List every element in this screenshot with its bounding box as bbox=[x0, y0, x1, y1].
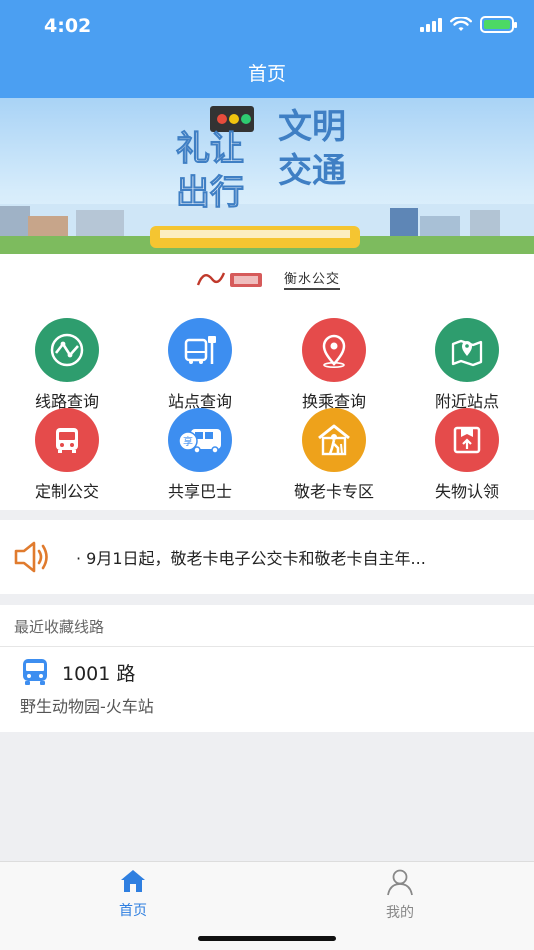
location-pin-icon bbox=[322, 334, 346, 368]
page-title: 首页 bbox=[247, 63, 286, 85]
lost-found-icon bbox=[453, 426, 481, 454]
user-icon bbox=[387, 869, 413, 896]
status-icons bbox=[420, 16, 517, 33]
home-icon bbox=[121, 870, 145, 892]
grid-item-route-query[interactable]: 线路查询 bbox=[0, 318, 134, 412]
function-grid: 线路查询 站点查询 换乘查询 附近站点 定制公交 享 共享巴士 敬老卡专区 失物… bbox=[0, 304, 534, 510]
grid-label: 定制公交 bbox=[34, 482, 99, 501]
grid-item-shared-bus[interactable]: 享 共享巴士 bbox=[133, 408, 267, 502]
bus-stop-icon bbox=[184, 336, 216, 364]
notice-bar[interactable]: · 9月1日起，敬老卡电子公交卡和敬老卡自主年... bbox=[0, 520, 534, 594]
grid-label: 共享巴士 bbox=[167, 482, 232, 501]
tab-home-label: 首页 bbox=[119, 903, 147, 919]
grid-circle bbox=[302, 318, 366, 382]
grid-item-custom-bus[interactable]: 定制公交 bbox=[0, 408, 134, 502]
tab-mine-label: 我的 bbox=[386, 905, 414, 921]
shared-bus-icon: 享 bbox=[178, 429, 221, 454]
speaker-icon bbox=[14, 541, 48, 573]
grid-circle bbox=[35, 408, 99, 472]
svg-text:文明: 文明 bbox=[278, 107, 346, 147]
grid-item-nearby-stops[interactable]: 附近站点 bbox=[400, 318, 534, 412]
grid-circle bbox=[435, 318, 499, 382]
favorites-header: 最近收藏线路 bbox=[0, 605, 534, 647]
grid-item-stop-query[interactable]: 站点查询 bbox=[133, 318, 267, 412]
status-bar: 4:02 bbox=[0, 0, 534, 52]
grid-item-senior-card[interactable]: 敬老卡专区 bbox=[267, 408, 401, 502]
bus-icon bbox=[23, 659, 47, 685]
grid-circle: 享 bbox=[168, 408, 232, 472]
route-icon bbox=[50, 333, 84, 367]
svg-text:交通: 交通 bbox=[278, 151, 346, 191]
route-stops: 野生动物园-火车站 bbox=[20, 697, 154, 716]
banner-illustration: 文明 交通 礼让 出行 bbox=[0, 106, 534, 254]
bus-front-icon bbox=[56, 428, 78, 453]
elderly-icon bbox=[318, 424, 350, 456]
grid-circle bbox=[35, 318, 99, 382]
grid-item-lost-found[interactable]: 失物认领 bbox=[400, 408, 534, 502]
grid-circle bbox=[168, 318, 232, 382]
grid-label: 失物认领 bbox=[434, 482, 499, 501]
city-logo-icon bbox=[196, 272, 262, 287]
home-indicator bbox=[198, 936, 336, 941]
map-pin-icon bbox=[451, 339, 483, 367]
svg-text:出行: 出行 bbox=[176, 173, 244, 213]
tab-mine[interactable]: 我的 bbox=[340, 868, 460, 922]
grid-circle bbox=[302, 408, 366, 472]
grid-label: 敬老卡专区 bbox=[293, 482, 374, 501]
cellular-signal-icon bbox=[420, 17, 442, 32]
grid-circle bbox=[435, 408, 499, 472]
wifi-icon bbox=[450, 16, 472, 31]
brand-name: 衡水公交 bbox=[283, 268, 340, 290]
svg-text:礼让: 礼让 bbox=[176, 129, 244, 169]
favorite-route-item[interactable]: 1001 路 bbox=[20, 657, 135, 687]
nav-bar: 首页 bbox=[0, 52, 534, 98]
tab-home[interactable]: 首页 bbox=[73, 868, 193, 920]
status-time: 4:02 bbox=[44, 15, 92, 37]
promo-banner[interactable]: 文明 交通 礼让 出行 bbox=[0, 98, 534, 254]
notice-text: · 9月1日起，敬老卡电子公交卡和敬老卡自主年... bbox=[76, 549, 426, 568]
svg-text:享: 享 bbox=[183, 435, 193, 448]
route-name: 1001 路 bbox=[62, 662, 136, 685]
favorite-routes-section: 最近收藏线路 1001 路 野生动物园-火车站 bbox=[0, 605, 534, 732]
battery-charging-icon bbox=[480, 16, 517, 33]
grid-item-transfer-query[interactable]: 换乘查询 bbox=[267, 318, 401, 412]
brand-logo-strip: 衡水公交 bbox=[0, 254, 534, 304]
